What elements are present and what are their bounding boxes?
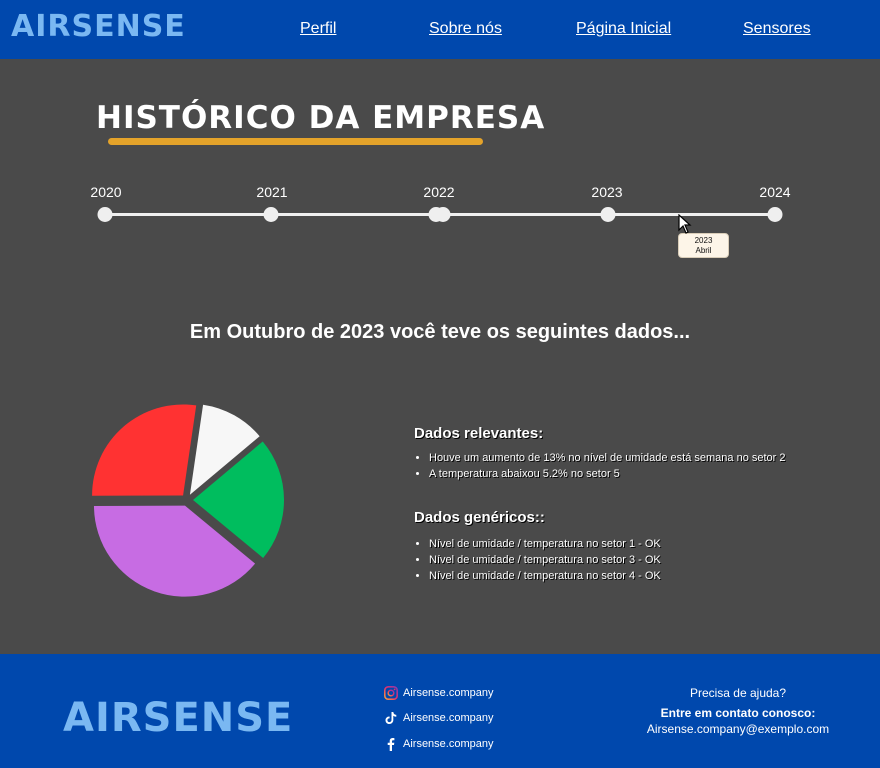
header: AIRSENSE Perfil Sobre nós Página Inicial… bbox=[0, 0, 880, 59]
relevant-data-item: Houve um aumento de 13% no nível de umid… bbox=[429, 450, 786, 466]
generic-data-item: Nível de umidade / temperatura no setor … bbox=[429, 536, 661, 552]
tooltip-year: 2023 bbox=[694, 236, 713, 245]
pie-slice-2 bbox=[92, 404, 197, 496]
generic-data-list: Nível de umidade / temperatura no setor … bbox=[429, 536, 661, 584]
brand-logo[interactable]: AIRSENSE bbox=[11, 9, 186, 44]
instagram-icon bbox=[384, 686, 398, 700]
timeline-dot-2021[interactable] bbox=[263, 207, 279, 222]
contact-label: Entre em contato conosco: bbox=[660, 706, 816, 720]
nav-link-sobre-nos[interactable]: Sobre nós bbox=[429, 20, 502, 38]
timeline-dot-2023[interactable] bbox=[600, 207, 616, 222]
timeline-year-2022: 2022 bbox=[423, 184, 455, 200]
help-question: Precisa de ajuda? bbox=[689, 686, 787, 700]
nav-link-perfil[interactable]: Perfil bbox=[300, 20, 336, 38]
timeline-year-2021: 2021 bbox=[256, 184, 288, 200]
social-label: Airsense.company bbox=[403, 712, 494, 724]
timeline-tooltip: 2023 Abril bbox=[678, 233, 729, 258]
generic-data-heading: Dados genéricos:: bbox=[414, 509, 545, 526]
data-subtitle: Em Outubro de 2023 você teve os seguinte… bbox=[189, 321, 691, 343]
mouse-cursor-icon bbox=[678, 214, 692, 234]
footer: AIRSENSE Airsense.company Airsense.compa… bbox=[0, 654, 880, 768]
social-link-facebook[interactable]: Airsense.company bbox=[384, 737, 494, 751]
pie-chart bbox=[92, 404, 284, 597]
social-link-tiktok[interactable]: Airsense.company bbox=[384, 711, 494, 725]
timeline-dot-2020[interactable] bbox=[97, 207, 113, 222]
generic-data-item: Nível de umidade / temperatura no setor … bbox=[429, 552, 661, 568]
social-link-instagram[interactable]: Airsense.company bbox=[384, 686, 494, 700]
contact-email[interactable]: Airsense.company@exemplo.com bbox=[620, 722, 856, 736]
tiktok-icon bbox=[385, 712, 397, 724]
timeline-year-2024: 2024 bbox=[759, 184, 791, 200]
relevant-data-item: A temperatura abaixou 5.2% no setor 5 bbox=[429, 466, 786, 482]
timeline-dot-2022b[interactable] bbox=[435, 207, 451, 222]
title-underline bbox=[108, 138, 483, 145]
timeline-year-2020: 2020 bbox=[90, 184, 122, 200]
social-label: Airsense.company bbox=[403, 738, 494, 750]
footer-brand-logo[interactable]: AIRSENSE bbox=[63, 695, 293, 741]
relevant-data-heading: Dados relevantes: bbox=[414, 425, 544, 442]
social-label: Airsense.company bbox=[403, 687, 494, 699]
page-title: HISTÓRICO DA EMPRESA bbox=[96, 100, 546, 136]
facebook-icon bbox=[387, 738, 395, 751]
relevant-data-list: Houve um aumento de 13% no nível de umid… bbox=[429, 450, 786, 482]
timeline-year-2023: 2023 bbox=[591, 184, 623, 200]
nav-link-sensores[interactable]: Sensores bbox=[743, 20, 811, 38]
nav-link-pagina-inicial[interactable]: Página Inicial bbox=[576, 20, 671, 38]
tooltip-month: Abril bbox=[695, 246, 712, 255]
generic-data-item: Nível de umidade / temperatura no setor … bbox=[429, 568, 661, 584]
timeline-dot-2024[interactable] bbox=[767, 207, 783, 222]
